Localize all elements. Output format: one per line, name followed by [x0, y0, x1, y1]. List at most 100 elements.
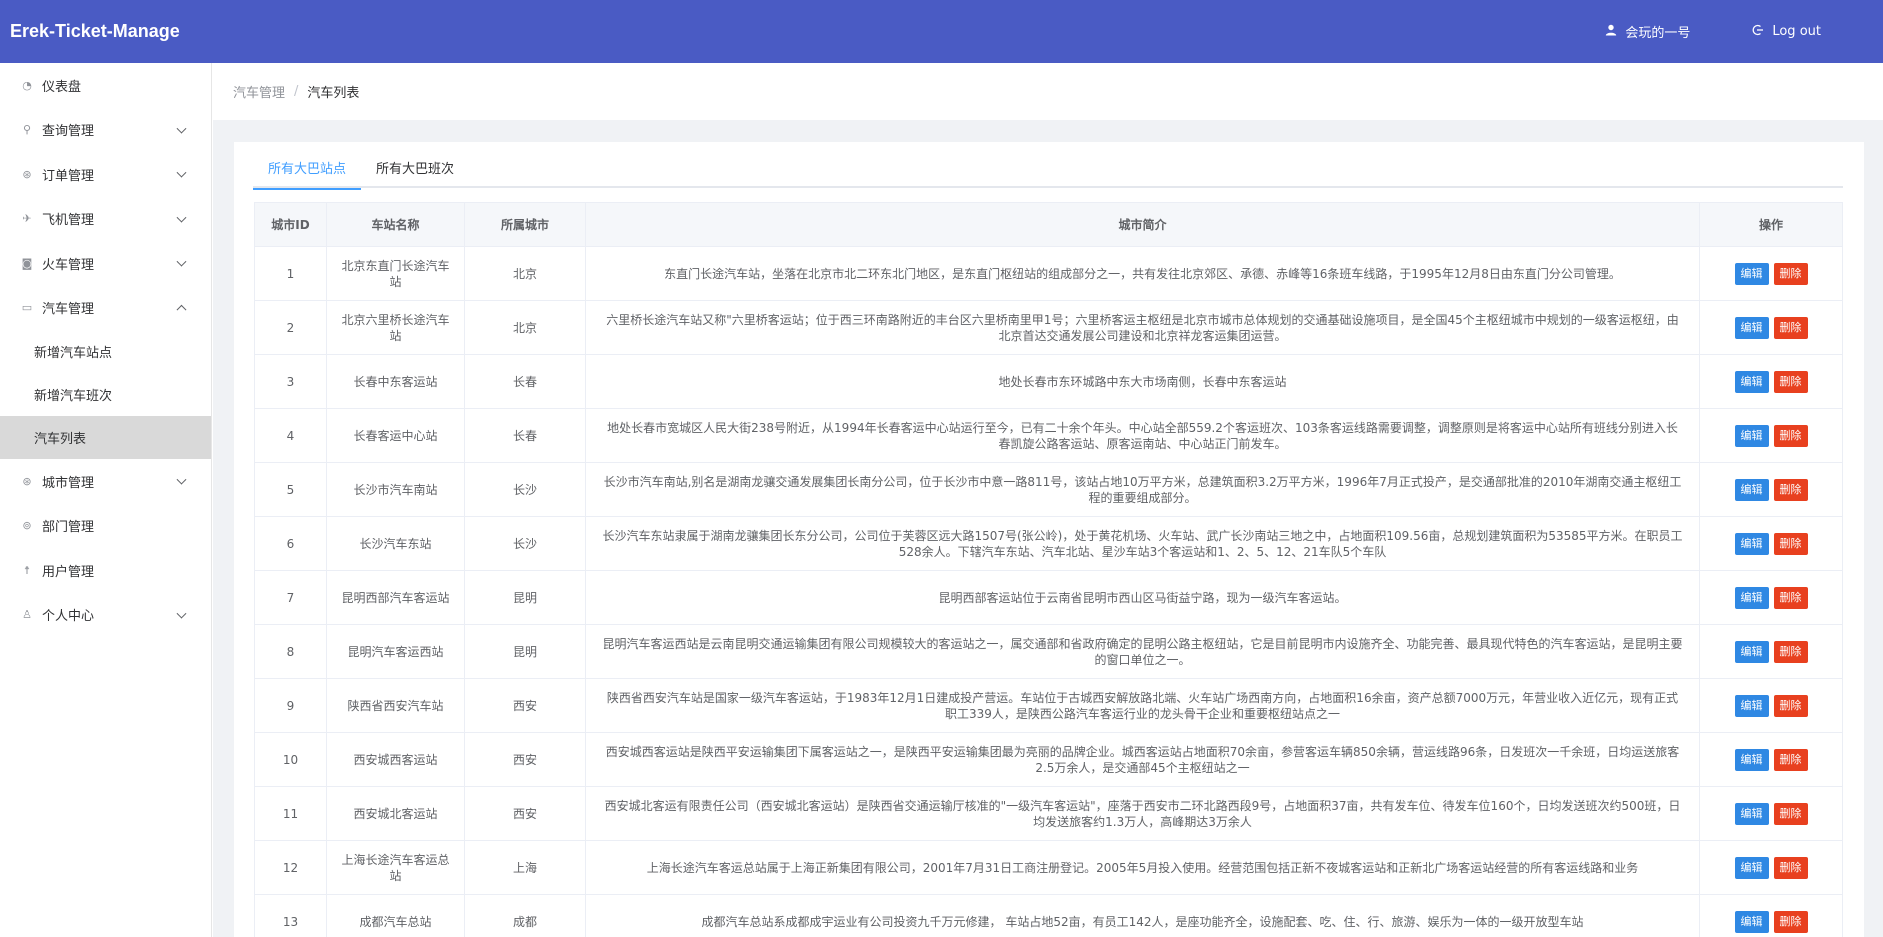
cell-station-name: 北京六里桥长途汽车站 — [326, 300, 465, 355]
sidebar-subitem-add-station[interactable]: 新增汽车站点 — [0, 330, 211, 373]
sidebar-item-label: 飞机管理 — [42, 213, 95, 229]
cell-actions: 编辑 删除 — [1699, 624, 1843, 679]
cell-city: 西安 — [464, 786, 586, 841]
profile-icon: ♙ — [22, 608, 32, 622]
cell-actions: 编辑 删除 — [1699, 840, 1843, 895]
delete-button[interactable]: 删除 — [1773, 532, 1808, 555]
cell-station-name: 昆明汽车客运西站 — [326, 624, 465, 679]
delete-button[interactable]: 删除 — [1773, 910, 1808, 933]
table-row: 7 昆明西部汽车客运站 昆明 昆明西部客运站位于云南省昆明市西山区马街益宁路，现为一级… — [254, 570, 1843, 625]
cell-station-name: 西安城北客运站 — [326, 786, 465, 841]
tab-bar: 所有大巴站点 所有大巴班次 — [253, 156, 1843, 190]
delete-button[interactable]: 删除 — [1773, 586, 1808, 609]
delete-button[interactable]: 删除 — [1773, 316, 1808, 339]
cell-description: 昆明西部客运站位于云南省昆明市西山区马街益宁路，现为一级汽车客运站。 — [585, 570, 1700, 625]
cell-description: 六里桥长途汽车站又称"六里桥客运站；位于西三环南路附近的丰台区六里桥南里甲1号；… — [585, 300, 1700, 355]
edit-button[interactable]: 编辑 — [1734, 370, 1769, 393]
cell-station-name: 陕西省西安汽车站 — [326, 678, 465, 733]
dashboard-icon: ◔ — [22, 78, 32, 92]
delete-button[interactable]: 删除 — [1773, 370, 1808, 393]
cell-city: 昆明 — [464, 570, 586, 625]
chevron-down-icon — [176, 212, 187, 223]
cell-station-name: 北京东直门长途汽车站 — [326, 246, 465, 301]
cell-station-name: 成都汽车总站 — [326, 894, 465, 937]
table-row: 12 上海长途汽车客运总站 上海 上海长途汽车客运总站属于上海正新集团有限公司，200… — [254, 840, 1843, 895]
sidebar-item-dashboard[interactable]: ◔ 仪表盘 — [0, 63, 211, 108]
sidebar-item-cities[interactable]: ⊛ 城市管理 — [0, 459, 211, 504]
sidebar-item-users[interactable]: ☨ 用户管理 — [0, 548, 211, 593]
header-right: 会玩的一号 Log out — [1605, 0, 1883, 63]
edit-button[interactable]: 编辑 — [1734, 262, 1769, 285]
delete-button[interactable]: 删除 — [1773, 424, 1808, 447]
delete-button[interactable]: 删除 — [1773, 856, 1808, 879]
sidebar-item-planes[interactable]: ✈ 飞机管理 — [0, 197, 211, 242]
cell-id: 9 — [254, 678, 327, 733]
delete-button[interactable]: 删除 — [1773, 478, 1808, 501]
user-menu[interactable]: 会玩的一号 — [1605, 22, 1690, 41]
cell-actions: 编辑 删除 — [1699, 354, 1843, 409]
column-header: 城市简介 — [585, 202, 1700, 247]
sidebar-item-profile[interactable]: ♙ 个人中心 — [0, 593, 211, 638]
delete-button[interactable]: 删除 — [1773, 262, 1808, 285]
table-header-row: 城市ID 车站名称 所属城市 城市简介 操作 — [254, 202, 1843, 247]
logout-button[interactable]: Log out — [1752, 24, 1821, 39]
column-header: 操作 — [1699, 202, 1843, 247]
user-icon — [1605, 24, 1617, 39]
bus-icon: ▭ — [21, 301, 33, 315]
sidebar-subitem-label: 新增汽车站点 — [34, 346, 113, 361]
cell-id: 13 — [254, 894, 327, 937]
chevron-down-icon — [176, 167, 187, 178]
edit-button[interactable]: 编辑 — [1734, 424, 1769, 447]
edit-button[interactable]: 编辑 — [1734, 856, 1769, 879]
cell-description: 地处长春市东环城路中东大市场南侧，长春中东客运站 — [585, 354, 1700, 409]
delete-button[interactable]: 删除 — [1773, 640, 1808, 663]
sidebar-subitem-label: 新增汽车班次 — [34, 389, 113, 404]
brand-title: Erek-Ticket-Manage — [10, 21, 180, 41]
edit-button[interactable]: 编辑 — [1734, 316, 1769, 339]
edit-button[interactable]: 编辑 — [1734, 694, 1769, 717]
cell-id: 5 — [254, 462, 327, 517]
edit-button[interactable]: 编辑 — [1734, 802, 1769, 825]
edit-button[interactable]: 编辑 — [1734, 910, 1769, 933]
sidebar-item-label: 汽车管理 — [42, 302, 95, 318]
sidebar-item-trains[interactable]: ◙ 火车管理 — [0, 241, 211, 286]
table-row: 3 长春中东客运站 长春 地处长春市东环城路中东大市场南侧，长春中东客运站 编辑 删除 — [254, 354, 1843, 409]
delete-button[interactable]: 删除 — [1773, 802, 1808, 825]
cell-city: 西安 — [464, 732, 586, 787]
sidebar-item-label: 个人中心 — [42, 609, 95, 625]
cell-actions: 编辑 删除 — [1699, 408, 1843, 463]
logout-icon — [1752, 24, 1764, 39]
tab-all-stations[interactable]: 所有大巴站点 — [253, 156, 362, 190]
sidebar-item-query[interactable]: ⚲ 查询管理 — [0, 108, 211, 153]
cell-station-name: 昆明西部汽车客运站 — [326, 570, 465, 625]
edit-button[interactable]: 编辑 — [1734, 478, 1769, 501]
sidebar-item-departments[interactable]: ⊚ 部门管理 — [0, 504, 211, 549]
table-row: 4 长春客运中心站 长春 地处长春市宽城区人民大街238号附近，从1994年长春客运中… — [254, 408, 1843, 463]
sidebar-subitem-add-schedule[interactable]: 新增汽车班次 — [0, 373, 211, 416]
train-icon: ◙ — [21, 256, 33, 270]
user-manage-icon: ☨ — [24, 563, 30, 577]
cell-description: 陕西省西安汽车站是国家一级汽车客运站，于1983年12月1日建成投产营运。车站位… — [585, 678, 1700, 733]
sidebar-item-buses[interactable]: ▭ 汽车管理 — [0, 286, 211, 331]
cell-actions: 编辑 删除 — [1699, 246, 1843, 301]
cell-description: 长沙汽车东站隶属于湖南龙骧集团长东分公司，公司位于芙蓉区远大路1507号(张公岭… — [585, 516, 1700, 571]
delete-button[interactable]: 删除 — [1773, 694, 1808, 717]
tab-all-schedules[interactable]: 所有大巴班次 — [361, 156, 469, 188]
cell-station-name: 长春客运中心站 — [326, 408, 465, 463]
delete-button[interactable]: 删除 — [1773, 748, 1808, 771]
sidebar-subitem-bus-list[interactable]: 汽车列表 — [0, 416, 211, 459]
sidebar-item-orders[interactable]: ⊛ 订单管理 — [0, 152, 211, 197]
table-row: 9 陕西省西安汽车站 西安 陕西省西安汽车站是国家一级汽车客运站，于1983年12月1… — [254, 678, 1843, 733]
content-card: 所有大巴站点 所有大巴班次 城市ID 车站名称 所属城市 城市简介 操作 1 北… — [234, 142, 1864, 937]
breadcrumb-parent[interactable]: 汽车管理 — [233, 82, 285, 101]
edit-button[interactable]: 编辑 — [1734, 640, 1769, 663]
column-header: 车站名称 — [326, 202, 465, 247]
chevron-up-icon — [176, 304, 187, 315]
cell-id: 2 — [254, 300, 327, 355]
cell-city: 成都 — [464, 894, 586, 937]
edit-button[interactable]: 编辑 — [1734, 748, 1769, 771]
sidebar-item-label: 用户管理 — [42, 564, 95, 580]
edit-button[interactable]: 编辑 — [1734, 586, 1769, 609]
cell-id: 12 — [254, 840, 327, 895]
edit-button[interactable]: 编辑 — [1734, 532, 1769, 555]
